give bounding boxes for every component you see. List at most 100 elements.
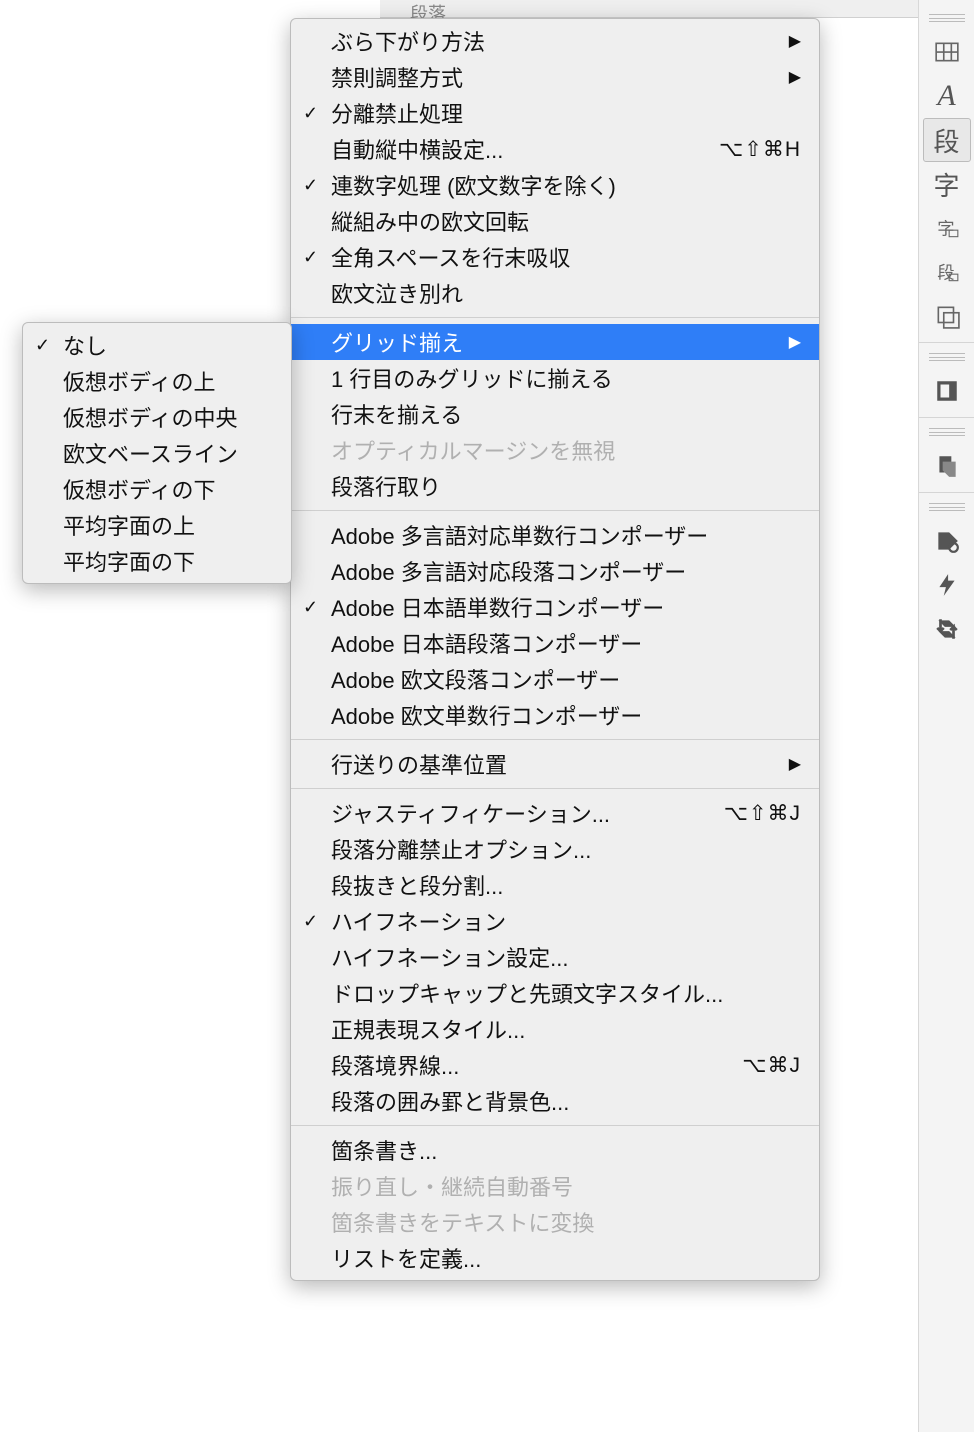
grid-panel-icon[interactable] [923,30,971,74]
menu-separator [291,788,819,789]
convert-bullets-menuitem: 箇条書きをテキストに変換 [291,1204,819,1240]
restart-numbers-menuitem: 振り直し・継続自動番号 [291,1168,819,1204]
absorb-space-menuitem[interactable]: ✓全角スペースを行末吸収 [291,239,819,275]
hyphenation-menuitem[interactable]: ✓ハイフネーション [291,903,819,939]
menu-item-label: オプティカルマージンを無視 [331,434,801,466]
embox-bottom-menuitem[interactable]: 仮想ボディの下 [23,471,291,507]
number-group-menuitem[interactable]: ✓ 連数字処理 (欧文数字を除く) [291,167,819,203]
menu-item-label: 分離禁止処理 [331,97,801,129]
roman-break-menuitem[interactable]: 欧文泣き別れ [291,275,819,311]
menu-separator [291,317,819,318]
script-panel-icon[interactable] [923,444,971,488]
menu-item-label: 行末を揃える [331,398,801,430]
check-icon: ✓ [35,335,50,356]
menu-group-5: ジャスティフィケーション...⌥⇧⌘J段落分離禁止オプション...段抜きと段分割… [291,795,819,1119]
leading-basis-menuitem[interactable]: 行送りの基準位置▶ [291,746,819,782]
tag-panel-icon[interactable] [923,519,971,563]
roman-baseline-menuitem[interactable]: 欧文ベースライン [23,435,291,471]
menu-item-label: 欧文ベースライン [63,437,273,469]
icf-top-menuitem[interactable]: 平均字面の上 [23,507,291,543]
panel-grip-icon[interactable] [929,503,965,511]
check-icon: ✓ [303,175,318,196]
justification-menuitem[interactable]: ジャスティフィケーション...⌥⇧⌘J [291,795,819,831]
embox-top-menuitem[interactable]: 仮想ボディの上 [23,363,291,399]
menu-item-label: 平均字面の上 [63,509,273,541]
glyph-panel-icon[interactable]: 字 [923,162,971,206]
menu-item-label: 振り直し・継続自動番号 [331,1170,801,1202]
menu-item-label: Adobe 欧文単数行コンポーザー [331,699,801,731]
panel-separator [919,342,974,343]
auto-tcy-menuitem[interactable]: 自動縦中横設定...⌥⇧⌘H [291,131,819,167]
story-panel-icon[interactable] [923,369,971,413]
menu-item-label: 段抜きと段分割... [331,869,801,901]
character-panel-icon[interactable]: A [923,74,971,118]
kinsoku-adjust-menuitem[interactable]: 禁則調整方式 ▶ [291,59,819,95]
composer-world-para-menuitem[interactable]: Adobe 多言語対応段落コンポーザー [291,553,819,589]
chevron-right-icon: ▶ [789,67,801,87]
menu-group-6: 箇条書き...振り直し・継続自動番号箇条書きをテキストに変換リストを定義... [291,1132,819,1276]
menu-item-label: 全角スペースを行末吸収 [331,241,801,273]
menu-item-label: ドロップキャップと先頭文字スタイル... [331,977,801,1009]
bolt-panel-icon[interactable] [923,563,971,607]
panel-grip-icon[interactable] [929,14,965,22]
ignore-optical-menuitem: オプティカルマージンを無視 [291,432,819,468]
menu-group-3: Adobe 多言語対応単数行コンポーザーAdobe 多言語対応段落コンポーザー✓… [291,517,819,733]
keep-options-menuitem[interactable]: 段落分離禁止オプション... [291,831,819,867]
paragraph-panel-menu: ぶら下がり方法▶禁則調整方式▶✓分離禁止処理自動縦中横設定...⌥⇧⌘H✓連数字… [290,18,820,1281]
composer-jp-para-menuitem[interactable]: Adobe 日本語段落コンポーザー [291,625,819,661]
menu-item-label: 箇条書きをテキストに変換 [331,1206,801,1238]
panel-grip-icon[interactable] [929,428,965,436]
panel-grip-icon[interactable] [929,353,965,361]
menu-group-2: グリッド揃え▶1 行目のみグリッドに揃える行末を揃えるオプティカルマージンを無視… [291,324,819,504]
hyphenation-settings-menuitem[interactable]: ハイフネーション設定... [291,939,819,975]
menu-item-label: 段落分離禁止オプション... [331,833,801,865]
right-panel: A 段 字 字 段 [918,0,974,1432]
menu-item-label: 仮想ボディの中央 [63,401,273,433]
composer-roman-para-menuitem[interactable]: Adobe 欧文段落コンポーザー [291,661,819,697]
define-lists-menuitem[interactable]: リストを定義... [291,1240,819,1276]
menu-item-label: ぶら下がり方法 [331,25,777,57]
para-style-panel-icon[interactable]: 段 [923,250,971,294]
menu-separator [291,739,819,740]
panel-separator [919,492,974,493]
menu-item-label: グリッド揃え [331,326,777,358]
paragraph-border-menuitem[interactable]: 段落の囲み罫と背景色... [291,1083,819,1119]
menu-item-label: 連数字処理 (欧文数字を除く) [331,169,801,201]
menu-item-label: Adobe 日本語単数行コンポーザー [331,591,801,623]
paragraph-gyodori-menuitem[interactable]: 段落行取り [291,468,819,504]
composer-roman-single-menuitem[interactable]: Adobe 欧文単数行コンポーザー [291,697,819,733]
check-icon: ✓ [303,597,318,618]
no-break-menuitem[interactable]: ✓分離禁止処理 [291,95,819,131]
composer-jp-single-menuitem[interactable]: ✓ Adobe 日本語単数行コンポーザー [291,589,819,625]
menu-separator [291,1125,819,1126]
menu-item-label: 段落の囲み罫と背景色... [331,1085,801,1117]
menu-item-label: 段落境界線... [331,1049,722,1081]
drop-caps-menuitem[interactable]: ドロップキャップと先頭文字スタイル... [291,975,819,1011]
bullets-menuitem[interactable]: 箇条書き... [291,1132,819,1168]
object-style-panel-icon[interactable] [923,294,971,338]
paragraph-rules-menuitem[interactable]: 段落境界線...⌥⌘J [291,1047,819,1083]
menu-item-label: ハイフネーション [331,905,801,937]
char-style-panel-icon[interactable]: 字 [923,206,971,250]
grep-styles-menuitem[interactable]: 正規表現スタイル... [291,1011,819,1047]
menu-item-label: 禁則調整方式 [331,61,777,93]
grid-align-menuitem[interactable]: グリッド揃え▶ [291,324,819,360]
menu-item-label: Adobe 多言語対応単数行コンポーザー [331,519,801,551]
align-line-end-menuitem[interactable]: 行末を揃える [291,396,819,432]
menu-item-shortcut: ⌥⇧⌘J [704,801,801,826]
menu-item-label: ハイフネーション設定... [331,941,801,973]
span-columns-menuitem[interactable]: 段抜きと段分割... [291,867,819,903]
menu-item-label: 1 行目のみグリッドに揃える [331,362,801,394]
menu-item-label: 平均字面の下 [63,545,273,577]
icf-bottom-menuitem[interactable]: 平均字面の下 [23,543,291,579]
grid-first-line-menuitem[interactable]: 1 行目のみグリッドに揃える [291,360,819,396]
menu-group-4: 行送りの基準位置▶ [291,746,819,782]
none-menuitem[interactable]: ✓なし [23,327,291,363]
embox-center-menuitem[interactable]: 仮想ボディの中央 [23,399,291,435]
hanging-method-menuitem[interactable]: ぶら下がり方法▶ [291,23,819,59]
composer-world-single-menuitem[interactable]: Adobe 多言語対応単数行コンポーザー [291,517,819,553]
rotate-roman-menuitem[interactable]: 縦組み中の欧文回転 [291,203,819,239]
paragraph-panel-icon[interactable]: 段 [923,118,971,162]
menu-item-label: ジャスティフィケーション... [331,797,704,829]
crossref-panel-icon[interactable] [923,607,971,651]
